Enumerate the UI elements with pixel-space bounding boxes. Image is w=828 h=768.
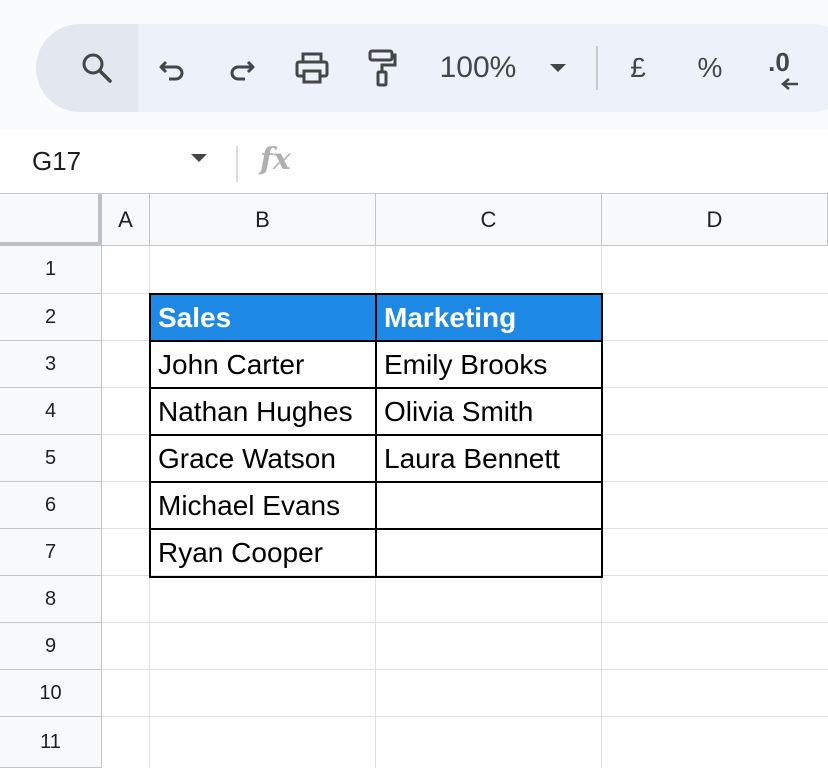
table-border: [149, 340, 603, 342]
row-header-2[interactable]: 2: [0, 294, 102, 341]
row-header-5[interactable]: 5: [0, 435, 102, 482]
toolbar-area: 100% £ % .0: [0, 0, 828, 130]
column-header-c[interactable]: C: [376, 194, 602, 246]
gridline: [102, 716, 828, 717]
spreadsheet-grid[interactable]: A B C D 1 2 3 4 5 6 7 8 9 10 11 Sales Ma…: [0, 194, 828, 768]
column-header-d[interactable]: D: [602, 194, 828, 246]
row-header-9[interactable]: 9: [0, 623, 102, 670]
select-all-corner[interactable]: [0, 194, 102, 246]
name-box[interactable]: G17: [32, 146, 81, 177]
cell-b4[interactable]: Nathan Hughes: [150, 388, 376, 435]
paint-format-icon[interactable]: [362, 24, 402, 112]
decrease-decimal-button[interactable]: .0: [754, 24, 804, 112]
row-header-6[interactable]: 6: [0, 482, 102, 529]
redo-icon[interactable]: [222, 24, 262, 112]
fx-icon: fx: [260, 142, 291, 177]
formula-bar: G17 fx: [0, 130, 828, 194]
decimal-symbol: .0: [768, 46, 790, 77]
cell-b5[interactable]: Grace Watson: [150, 435, 376, 482]
row-header-10[interactable]: 10: [0, 670, 102, 717]
cell-c7[interactable]: [376, 529, 602, 576]
row-header-3[interactable]: 3: [0, 341, 102, 388]
cell-c2[interactable]: Marketing: [376, 294, 602, 341]
cell-c6[interactable]: [376, 482, 602, 529]
zoom-label: 100%: [439, 51, 517, 84]
table-border: [149, 387, 603, 389]
chevron-down-icon[interactable]: [190, 150, 208, 168]
cell-c4[interactable]: Olivia Smith: [376, 388, 602, 435]
table-border: [149, 481, 603, 483]
cell-b2[interactable]: Sales: [150, 294, 376, 341]
currency-symbol: £: [630, 52, 646, 83]
toolbar-divider: [596, 46, 598, 90]
cell-b3[interactable]: John Carter: [150, 341, 376, 388]
zoom-select[interactable]: 100%: [432, 24, 524, 112]
zoom-dropdown-icon[interactable]: [544, 24, 572, 112]
undo-icon[interactable]: [152, 24, 192, 112]
cell-b7[interactable]: Ryan Cooper: [150, 529, 376, 576]
row-header-4[interactable]: 4: [0, 388, 102, 435]
print-icon[interactable]: [290, 24, 334, 112]
row-header-11[interactable]: 11: [0, 717, 102, 768]
row-header-1[interactable]: 1: [0, 246, 102, 294]
column-header-a[interactable]: A: [102, 194, 150, 246]
cell-c5[interactable]: Laura Bennett: [376, 435, 602, 482]
search-icon[interactable]: [74, 24, 120, 112]
cell-b6[interactable]: Michael Evans: [150, 482, 376, 529]
cell-c3[interactable]: Emily Brooks: [376, 341, 602, 388]
currency-format-button[interactable]: £: [620, 24, 656, 112]
table-border: [149, 434, 603, 436]
percent-format-button[interactable]: %: [690, 24, 730, 112]
table-border: [149, 528, 603, 530]
row-header-8[interactable]: 8: [0, 576, 102, 623]
column-header-b[interactable]: B: [150, 194, 376, 246]
gridline: [102, 669, 828, 670]
arrow-left-icon: [781, 78, 798, 90]
row-header-7[interactable]: 7: [0, 529, 102, 576]
percent-symbol: %: [697, 52, 723, 83]
formula-bar-divider: [236, 146, 238, 182]
gridline: [102, 622, 828, 623]
